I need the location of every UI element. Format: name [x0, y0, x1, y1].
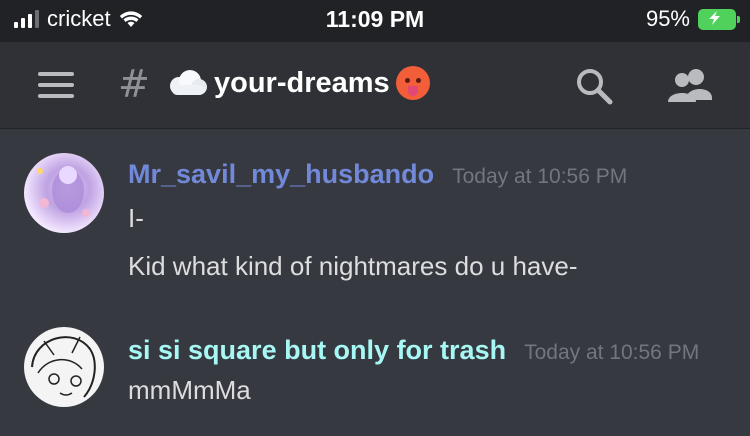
message-header: Mr_savil_my_husbando Today at 10:56 PM [128, 159, 627, 190]
battery-info: 95% [645, 6, 740, 32]
message-text: I- [128, 203, 144, 233]
cloud-emoji-icon [170, 70, 207, 95]
members-icon[interactable] [664, 66, 714, 106]
hot-face-emoji-icon [395, 66, 430, 100]
channel-title: your-dreams [166, 66, 430, 100]
avatar[interactable] [24, 153, 104, 233]
channel-hash-icon: # [118, 62, 150, 106]
search-icon[interactable] [574, 66, 614, 106]
username[interactable]: Mr_savil_my_husbando [128, 159, 434, 190]
message-list: Mr_savil_my_husbando Today at 10:56 PM I… [0, 129, 750, 436]
clock: 11:09 PM [325, 6, 425, 32]
battery-icon [698, 8, 740, 30]
battery-percent: 95% [645, 6, 690, 31]
username[interactable]: si si square but only for trash [128, 335, 506, 366]
channel-header: # your-dreams [0, 42, 750, 129]
channel-name-label: your-dreams [214, 66, 390, 99]
status-bar: cricket 11:09 PM 95% [0, 0, 750, 42]
message-text: mmMmMa [128, 375, 251, 405]
message-text: Kid what kind of nightmares do u have- [128, 251, 578, 281]
hamburger-icon[interactable] [38, 72, 74, 98]
timestamp: Today at 10:56 PM [452, 165, 628, 188]
avatar[interactable] [24, 327, 104, 407]
message-header: si si square but only for trash Today at… [128, 335, 699, 366]
timestamp: Today at 10:56 PM [524, 341, 700, 364]
